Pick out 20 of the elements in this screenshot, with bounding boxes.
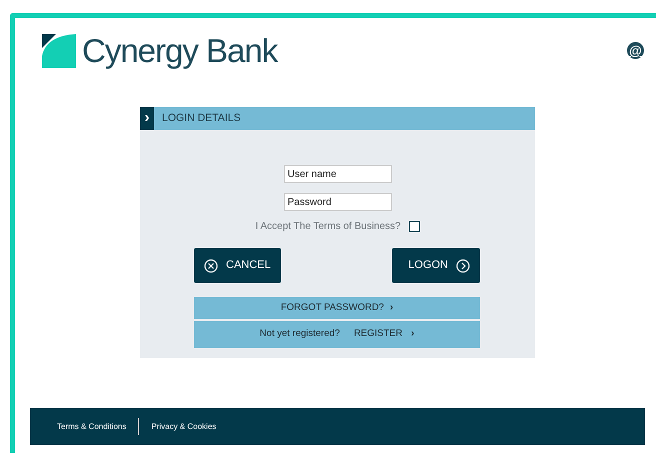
terms-label: I Accept The Terms of Business?: [255, 220, 401, 234]
chevron-icon: ›: [390, 300, 394, 316]
panel-title: LOGIN DETAILS: [162, 110, 241, 126]
terms-checkbox[interactable]: [408, 221, 420, 232]
username-field[interactable]: User name: [284, 165, 392, 183]
brand-name: Cynergy Bank: [82, 34, 278, 67]
chevron-icon: ›: [411, 328, 414, 340]
cancel-button[interactable]: CANCEL: [194, 248, 281, 283]
footer-link[interactable]: Terms & Conditions: [45, 420, 138, 432]
chevron-right-icon: [456, 258, 470, 272]
password-field[interactable]: Password: [284, 193, 392, 211]
close-icon: [204, 258, 218, 272]
forgot-password-link[interactable]: FORGOT PASSWORD? ›: [194, 297, 480, 319]
logon-button[interactable]: LOGON: [392, 248, 480, 283]
contact-icon[interactable]: @: [627, 42, 644, 59]
footer-link[interactable]: Privacy & Cookies: [139, 420, 228, 432]
header-marker: ›: [140, 107, 154, 130]
register-link[interactable]: REGISTER ›: [354, 327, 414, 342]
logo-icon: [42, 34, 76, 68]
register-prompt: Not yet registered?: [260, 327, 340, 342]
